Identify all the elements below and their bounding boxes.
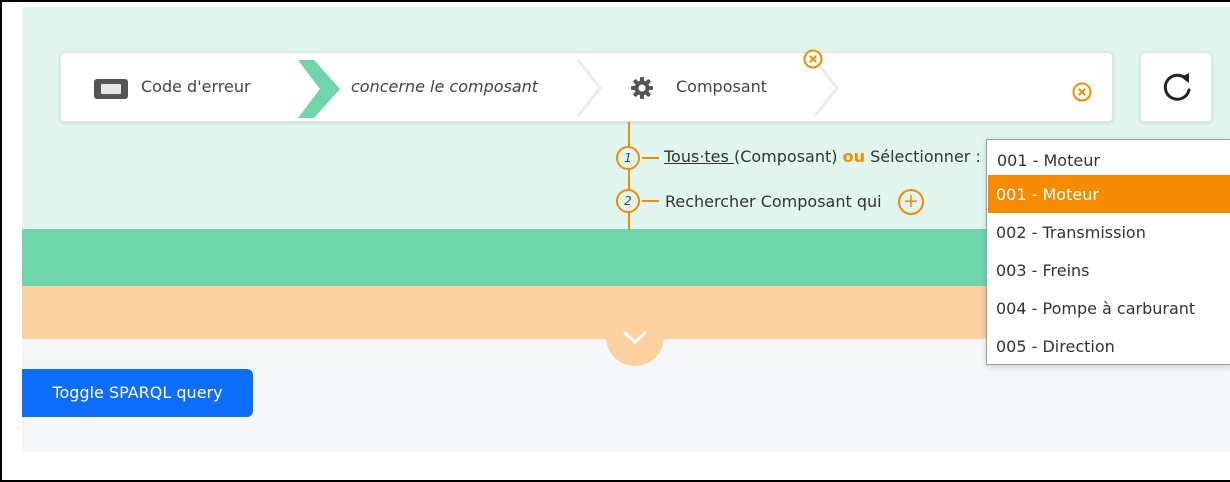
tree-branch <box>642 200 659 202</box>
chevron-down-icon <box>623 331 647 344</box>
option-004-pompe[interactable]: 004 - Pompe à carburant <box>988 289 1230 327</box>
step-1-marker: 1 <box>616 146 640 170</box>
option-002-transmission[interactable]: 002 - Transmission <box>988 213 1230 251</box>
step-1-option: Tous·tes (Composant) ou Sélectionner : <box>664 147 981 166</box>
refresh-icon <box>1163 73 1191 101</box>
select-label: Sélectionner : <box>870 147 981 166</box>
remove-item-close-icon[interactable] <box>803 49 823 69</box>
criteria-tree-line <box>628 122 630 230</box>
query-path-bar: Code d'erreur concerne le composant Comp… <box>60 52 1113 122</box>
app-frame: Code d'erreur concerne le composant Comp… <box>0 0 1230 482</box>
gear-icon <box>631 77 653 99</box>
all-items-link[interactable]: Tous·tes <box>664 147 734 166</box>
ticket-icon <box>94 79 128 99</box>
entity-paren: (Composant) <box>733 147 838 166</box>
path-item-composant[interactable]: Composant <box>676 77 767 96</box>
add-criteria-button[interactable]: + <box>898 189 924 215</box>
toggle-sparql-button[interactable]: Toggle SPARQL query <box>22 369 253 417</box>
arrow-separator-active <box>298 60 340 118</box>
clear-query-close-icon[interactable] <box>1072 82 1092 102</box>
reset-button[interactable] <box>1140 52 1212 122</box>
option-005-direction[interactable]: 005 - Direction <box>988 327 1230 365</box>
step-2-marker: 2 <box>616 189 640 213</box>
path-item-code-erreur[interactable]: Code d'erreur <box>141 77 251 96</box>
option-001-moteur[interactable]: 001 - Moteur <box>988 175 1230 213</box>
or-label: ou <box>842 147 865 166</box>
option-003-freins[interactable]: 003 - Freins <box>988 251 1230 289</box>
arrow-separator <box>576 59 602 117</box>
composant-select-dropdown[interactable]: 001 - Moteur 001 - Moteur 002 - Transmis… <box>986 139 1230 365</box>
select-current-value[interactable]: 001 - Moteur <box>988 142 1230 176</box>
path-property-label[interactable]: concerne le composant <box>351 77 538 96</box>
tree-branch <box>642 157 659 159</box>
step-2-option[interactable]: Rechercher Composant qui <box>665 192 882 211</box>
